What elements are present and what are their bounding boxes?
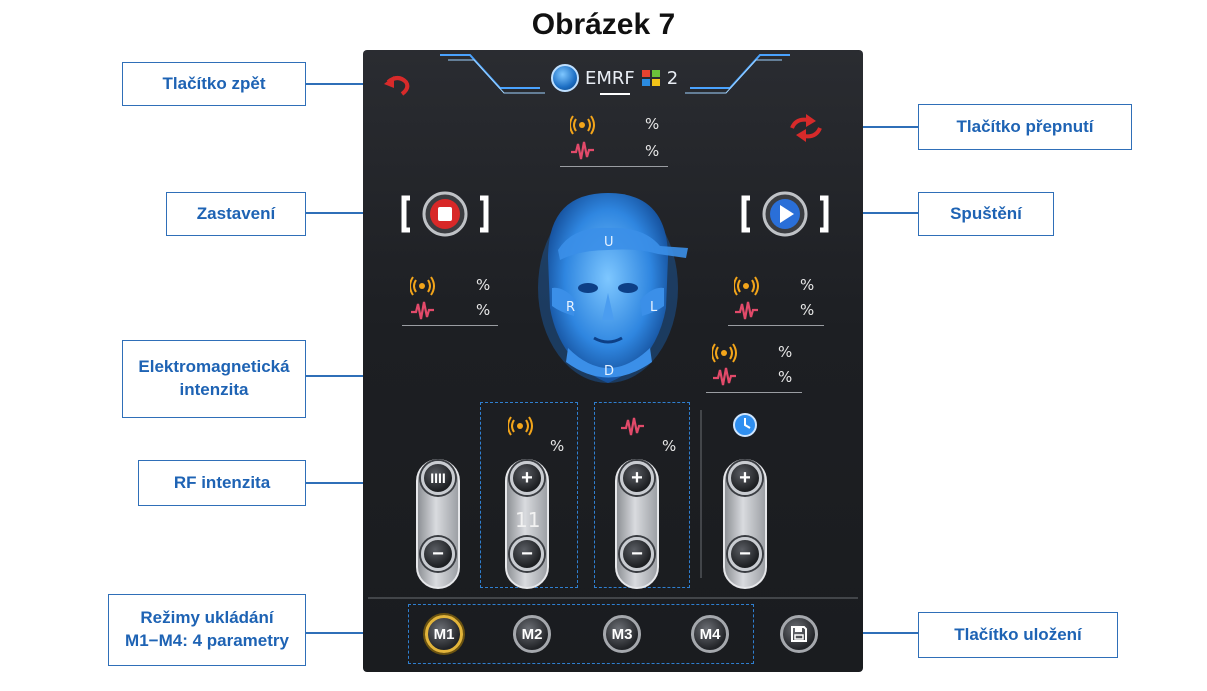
rf-level-minus-button[interactable]: − (421, 537, 455, 571)
back-arrow-icon[interactable] (384, 72, 414, 98)
rf-plus-button[interactable]: + (620, 461, 654, 495)
level-bars-icon: IIII (430, 470, 446, 486)
top-rf-percent: % (645, 142, 660, 160)
brand-number: 2 (666, 67, 679, 89)
em-minus-button[interactable]: − (510, 537, 544, 571)
memory-m4-button[interactable]: M4 (691, 615, 729, 653)
plus-icon: + (521, 466, 533, 489)
face-zone-map (538, 193, 688, 383)
minus-icon: − (739, 542, 751, 565)
rf-minus-button[interactable]: − (620, 537, 654, 571)
right-rf-percent: % (800, 301, 815, 319)
minus-icon: − (432, 542, 444, 565)
right-em-percent: % (800, 276, 815, 294)
down-em-percent: % (778, 343, 793, 361)
em-plus-button[interactable]: + (510, 461, 544, 495)
clock-icon (733, 413, 757, 437)
memory-m2-label: M2 (521, 625, 543, 643)
windows-logo-icon (641, 70, 660, 86)
divider-line (728, 325, 824, 326)
switch-arrows-icon[interactable] (786, 114, 826, 142)
divider-line (706, 392, 802, 393)
memory-m3-label: M3 (611, 625, 633, 643)
minus-icon: − (631, 542, 643, 565)
memory-m1-label: M1 (433, 625, 455, 643)
memory-m4-label: M4 (699, 625, 721, 643)
minus-icon: − (521, 542, 533, 565)
zone-label-left: L (650, 300, 658, 315)
brand-name: EMRF (585, 67, 635, 89)
rf-wave-icon (620, 416, 646, 437)
rf-wave-icon (410, 300, 436, 321)
divider-line (402, 325, 498, 326)
em-wave-icon (570, 115, 595, 135)
memory-m3-button[interactable]: M3 (603, 615, 641, 653)
memory-m1-button[interactable]: M1 (425, 615, 463, 653)
zone-label-down: D (604, 364, 615, 379)
zone-label-up: U (604, 235, 614, 250)
start-button[interactable] (740, 190, 830, 238)
em-value: 11 (515, 508, 541, 532)
globe-icon (551, 64, 579, 92)
rf-wave-icon (570, 140, 596, 161)
divider-line (560, 166, 668, 167)
em-slider-percent: % (550, 437, 565, 455)
rf-level-button[interactable]: IIII (421, 461, 455, 495)
time-minus-button[interactable]: − (728, 537, 762, 571)
top-em-percent: % (645, 115, 660, 133)
rf-wave-icon (734, 300, 760, 321)
em-wave-icon (734, 276, 759, 296)
left-em-percent: % (476, 276, 491, 294)
floppy-disk-icon (791, 626, 807, 642)
save-button[interactable] (780, 615, 818, 653)
em-wave-icon (508, 416, 533, 436)
stop-button[interactable] (400, 190, 490, 238)
rf-slider-percent: % (662, 437, 677, 455)
time-plus-button[interactable]: + (728, 461, 762, 495)
em-wave-icon (712, 343, 737, 363)
brand-header: EMRF 2 (551, 64, 678, 92)
down-rf-percent: % (778, 368, 793, 386)
stop-icon (438, 207, 452, 221)
rf-wave-icon (712, 366, 738, 387)
zone-label-right: R (566, 300, 576, 315)
plus-icon: + (739, 466, 751, 489)
em-wave-icon (410, 276, 435, 296)
memory-m2-button[interactable]: M2 (513, 615, 551, 653)
plus-icon: + (631, 466, 643, 489)
left-rf-percent: % (476, 301, 491, 319)
